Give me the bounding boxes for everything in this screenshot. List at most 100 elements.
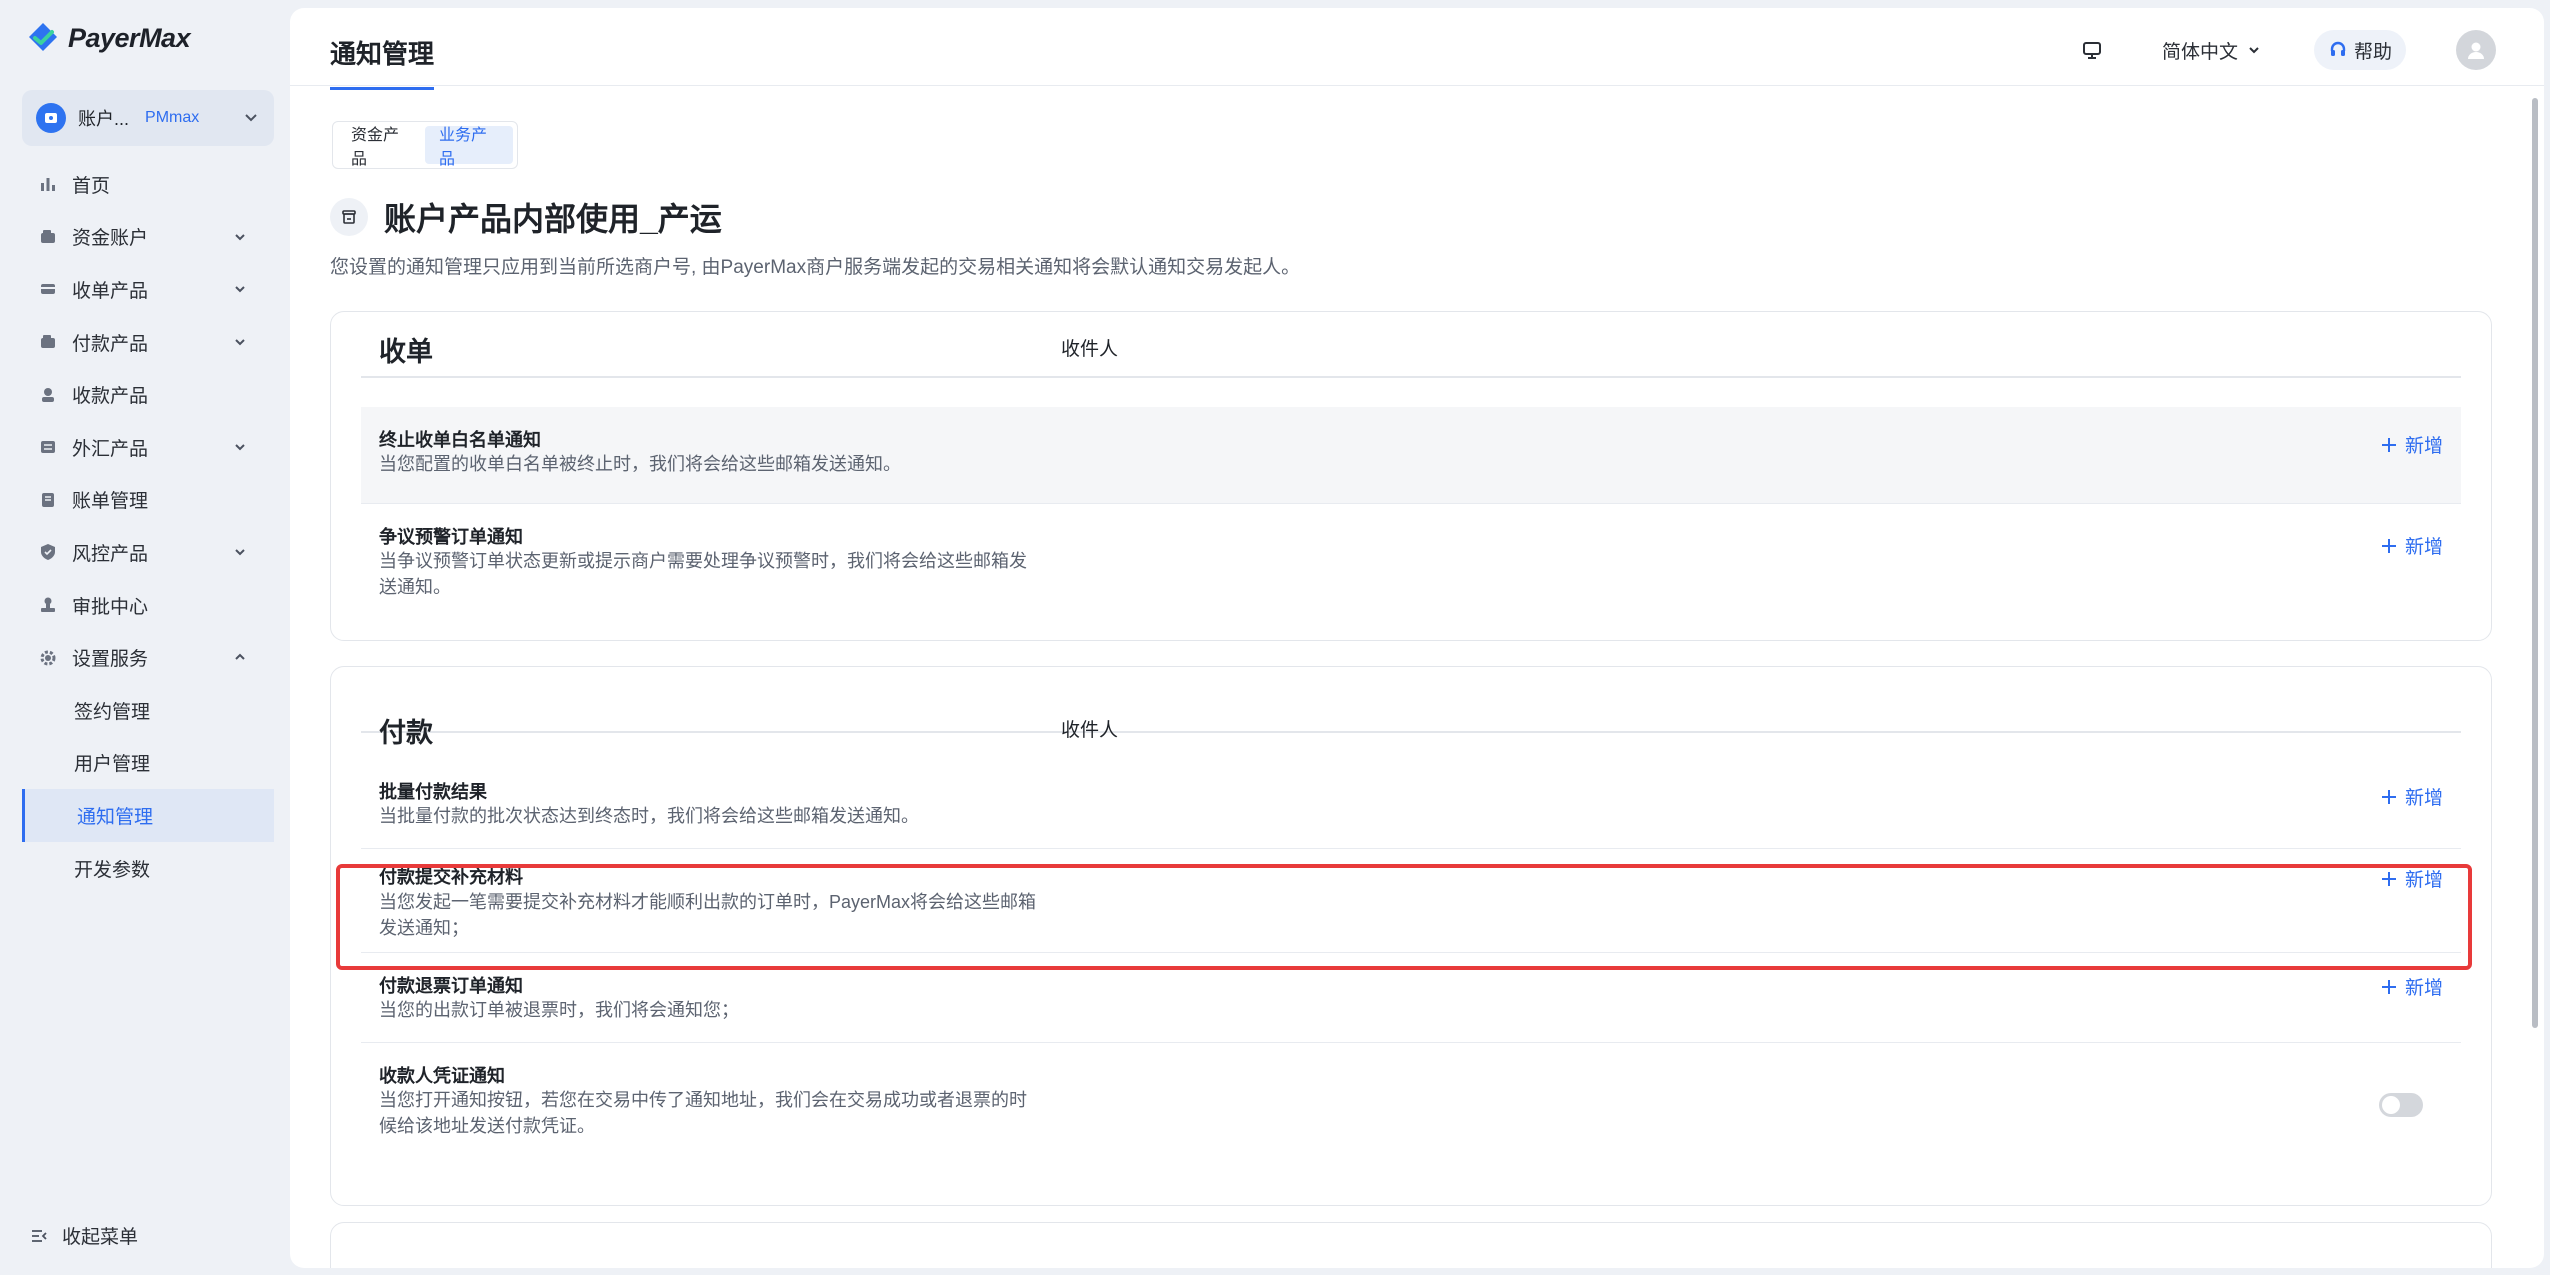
add-label: 新增 [2404,870,2443,891]
chevron-up-icon [235,653,245,661]
add-label: 新增 [2404,788,2443,809]
notification-desc: 当争议预警订单状态更新或提示商户需要处理争议预警时，我们将会给这些邮箱发送通知。 [379,551,1027,597]
add-label: 新增 [2404,978,2443,999]
scrollbar[interactable] [2532,98,2538,1028]
section-title: 付款 [379,718,433,748]
add-label: 新增 [2404,537,2443,558]
sidebar-item-label: 资金账户 [72,228,149,250]
person-icon [38,385,58,405]
plus-icon [2381,538,2396,553]
bill-icon [38,490,58,510]
toggle-knob [2382,1096,2400,1114]
add-recipient-button[interactable]: 新增 [2381,783,2443,810]
notification-row: 争议预警订单通知 当争议预警订单状态更新或提示商户需要处理争议预警时，我们将会给… [361,504,2461,624]
section-card-next [330,1222,2492,1268]
chevron-down-icon [235,286,245,293]
add-recipient-button[interactable]: 新增 [2381,431,2443,458]
sidebar-item-label: 审批中心 [72,596,149,618]
language-selector[interactable]: 简体中文 [2162,37,2262,64]
add-recipient-button[interactable]: 新增 [2381,865,2443,892]
notification-title: 终止收单白名单通知 [379,430,541,450]
main-content: 通知管理 简体中文 帮助 资金产品 业务产品 账户产品内部使用_产运 您设置的通… [290,8,2544,1268]
sidebar-nav: 首页 资金账户 收单产品 付款产品 收款产品 外汇产品 账单管理 风控产品 审批… [0,158,290,894]
sidebar-item-funds-account[interactable]: 资金账户 [0,211,290,264]
help-label: 帮助 [2353,41,2392,63]
headset-icon [2330,41,2346,56]
account-tag: PMmax [145,109,200,126]
add-label: 新增 [2404,436,2443,457]
notification-row: 收款人凭证通知 当您打开通知按钮，若您在交易中传了通知地址，我们会在交易成功或者… [361,1043,2461,1183]
sidebar-subitem-notifications[interactable]: 通知管理 [22,789,274,842]
help-button[interactable]: 帮助 [2313,30,2406,70]
sidebar-item-acquiring[interactable]: 收单产品 [0,263,290,316]
receipt-notification-toggle[interactable] [2379,1093,2423,1117]
notification-row: 批量付款结果 当批量付款的批次状态达到终态时，我们将会给这些邮箱发送通知。 新增 [361,759,2461,849]
card-icon [38,279,58,299]
sidebar-item-settings[interactable]: 设置服务 [0,631,290,684]
tab-notification-management[interactable]: 通知管理 [330,34,435,90]
add-recipient-button[interactable]: 新增 [2381,973,2443,1000]
sidebar-item-label: 账单管理 [72,491,149,513]
collapse-menu-icon [32,1229,47,1242]
plus-icon [2381,437,2396,452]
section-header: 收单 收件人 [361,312,2461,378]
notification-title: 付款退票订单通知 [379,976,523,996]
stamp-icon [38,595,58,615]
chevron-down-icon [235,444,245,451]
gear-icon [38,648,58,668]
notification-title: 批量付款结果 [379,782,487,802]
notification-desc: 当您发起一笔需要提交补充材料才能顺利出款的订单时，PayerMax将会给这些邮箱… [379,892,1037,938]
section-title: 收单 [379,337,433,367]
payermax-logo-icon [29,23,57,51]
add-recipient-button[interactable]: 新增 [2381,532,2443,559]
sidebar-item-label: 收单产品 [72,280,149,302]
exchange-icon [38,437,58,457]
shield-icon [38,542,58,562]
sidebar-item-payout[interactable]: 付款产品 [0,316,290,369]
section-card-payout: 付款 收件人 批量付款结果 当批量付款的批次状态达到终态时，我们将会给这些邮箱发… [330,666,2492,1206]
notification-row: 付款提交补充材料 当您发起一笔需要提交补充材料才能顺利出款的订单时，PayerM… [361,849,2461,953]
monitor-icon[interactable] [2080,38,2104,62]
sidebar-subitem-dev-params[interactable]: 开发参数 [0,842,290,895]
notification-title: 收款人凭证通知 [379,1066,505,1086]
wallet-icon [38,227,58,247]
user-avatar-icon [2468,42,2484,59]
page-title: 账户产品内部使用_产运 [384,201,722,237]
top-bar-actions: 简体中文 帮助 [2080,30,2496,70]
brand-name: PayerMax [68,22,191,53]
sidebar-item-label: 首页 [72,175,111,197]
notification-desc: 当您配置的收单白名单被终止时，我们将会给这些邮箱发送通知。 [379,454,901,474]
brand-logo[interactable]: PayerMax [26,18,191,58]
collapse-menu-button[interactable]: 收起菜单 [30,1222,138,1249]
sidebar-item-label: 风控产品 [72,543,149,565]
sidebar-item-bills[interactable]: 账单管理 [0,474,290,527]
sidebar-item-risk[interactable]: 风控产品 [0,526,290,579]
page-description: 您设置的通知管理只应用到当前所选商户号, 由PayerMax商户服务端发起的交易… [330,257,1301,278]
account-switcher[interactable]: 账户... PMmax [22,90,274,146]
segment-business-products[interactable]: 业务产品 [425,126,513,168]
segment-funds-products[interactable]: 资金产品 [337,126,425,168]
product-type-switch: 资金产品 业务产品 [332,121,518,169]
sidebar-item-forex[interactable]: 外汇产品 [0,421,290,474]
sidebar-subitem-users[interactable]: 用户管理 [0,737,290,790]
avatar[interactable] [2456,30,2496,70]
plus-icon [2381,979,2396,994]
plus-icon [2381,789,2396,804]
chevron-down-icon [2249,47,2259,54]
receiver-column-header: 收件人 [1061,720,1119,741]
notification-title: 付款提交补充材料 [379,867,523,887]
sidebar-item-label: 收款产品 [72,386,149,408]
bar-chart-icon [38,174,58,194]
sidebar-item-approval[interactable]: 审批中心 [0,579,290,632]
sidebar-item-home[interactable]: 首页 [0,158,290,211]
notification-title: 争议预警订单通知 [379,527,523,547]
top-bar: 通知管理 简体中文 帮助 [290,8,2544,90]
language-label: 简体中文 [2161,41,2238,63]
chevron-down-icon [235,233,245,241]
sidebar-item-collection[interactable]: 收款产品 [0,368,290,421]
section-card-acquiring: 收单 收件人 终止收单白名单通知 当您配置的收单白名单被终止时，我们将会给这些邮… [330,311,2492,641]
notification-desc: 当您的出款订单被退票时，我们将会通知您； [379,1000,739,1020]
page-title-row: 账户产品内部使用_产运 [330,194,722,240]
sidebar-subitem-contracts[interactable]: 签约管理 [0,684,290,737]
notification-desc: 当您打开通知按钮，若您在交易中传了通知地址，我们会在交易成功或者退票的时候给该地… [379,1090,1027,1136]
